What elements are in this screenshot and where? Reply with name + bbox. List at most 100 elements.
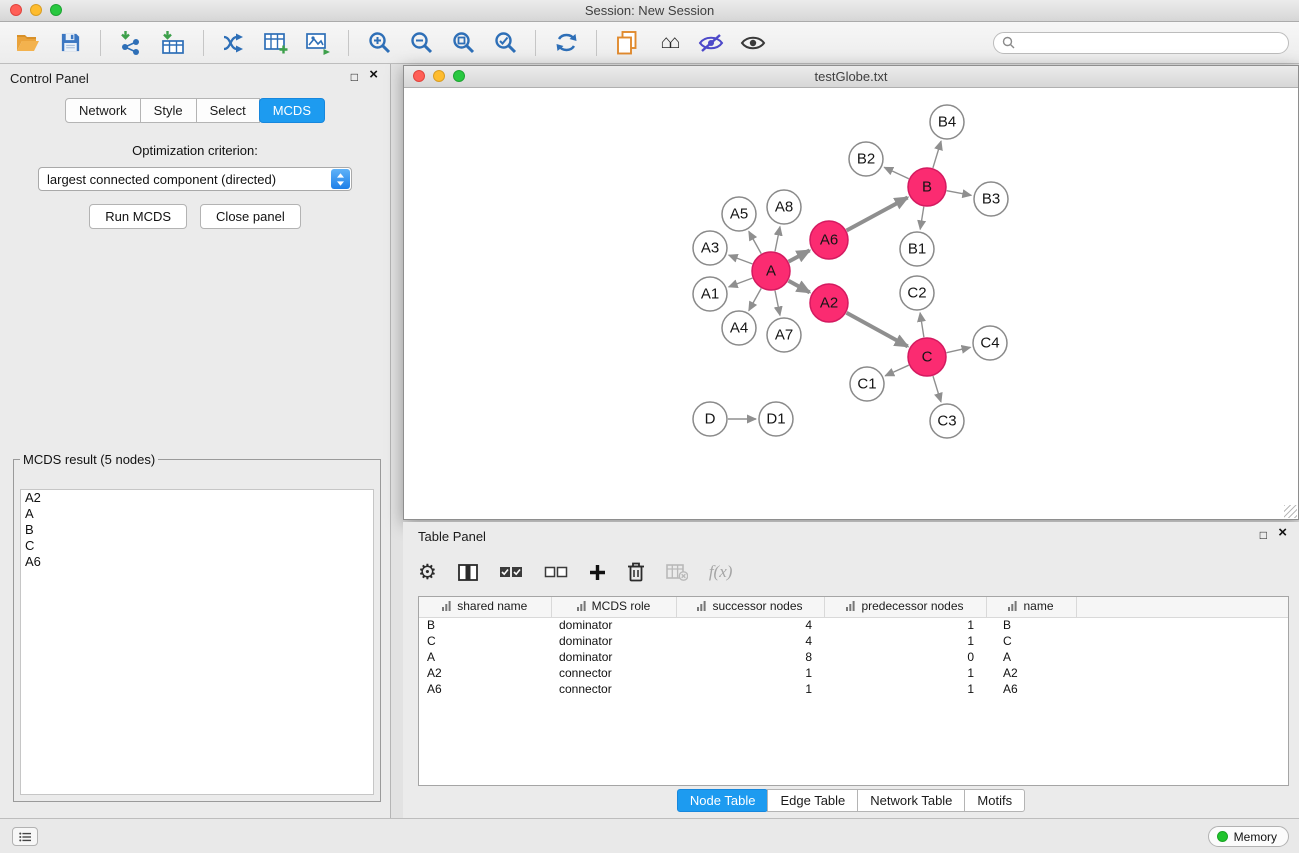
delete-table-button[interactable] (666, 564, 688, 581)
tab-network[interactable]: Network (65, 98, 141, 123)
import-network-button[interactable] (113, 26, 149, 60)
edge-B-B1[interactable] (920, 207, 924, 230)
network-minimize-button[interactable] (433, 70, 445, 82)
open-session-button[interactable] (10, 26, 46, 60)
show-graphics-details-button[interactable] (735, 26, 771, 60)
node-A5[interactable]: A5 (722, 197, 756, 231)
search-input[interactable] (1020, 34, 1280, 51)
column-header-MCDS-role[interactable]: MCDS role (551, 597, 676, 617)
zoom-window-button[interactable] (50, 4, 62, 16)
mcds-result-item[interactable]: A6 (21, 554, 373, 570)
select-all-rows-button[interactable] (499, 565, 523, 579)
edge-A-A1[interactable] (729, 278, 753, 287)
node-A3[interactable]: A3 (693, 231, 727, 265)
edge-A-A7[interactable] (775, 291, 780, 316)
network-canvas[interactable]: B4B2BB3A8A5A6A3B1AA1C2A2A4A7C4CC1C3DD1 (404, 88, 1298, 519)
mcds-result-item[interactable]: A (21, 506, 373, 522)
edge-A-A6[interactable] (789, 250, 810, 261)
mcds-result-item[interactable]: B (21, 522, 373, 538)
edge-C-C3[interactable] (933, 376, 941, 402)
hide-graphics-details-button[interactable] (693, 26, 729, 60)
edge-A-A8[interactable] (775, 227, 780, 252)
column-header-name[interactable]: name (986, 597, 1076, 617)
node-A7[interactable]: A7 (767, 318, 801, 352)
node-C4[interactable]: C4 (973, 326, 1007, 360)
refresh-layout-button[interactable] (548, 26, 584, 60)
edge-A-A3[interactable] (729, 255, 753, 264)
node-D[interactable]: D (693, 402, 727, 436)
export-image-button[interactable] (300, 26, 336, 60)
clear-selection-button[interactable] (544, 565, 568, 579)
close-control-panel-button[interactable]: × (369, 68, 378, 82)
optimization-criterion-select[interactable]: largest connected component (directed) (38, 167, 352, 191)
zoom-selected-button[interactable] (487, 26, 523, 60)
tab-node-table[interactable]: Node Table (677, 789, 769, 812)
node-A1[interactable]: A1 (693, 277, 727, 311)
close-table-panel-button[interactable]: × (1278, 526, 1287, 540)
show-columns-button[interactable] (458, 564, 478, 581)
tab-style[interactable]: Style (140, 98, 197, 123)
edge-B-B4[interactable] (933, 141, 941, 168)
table-row[interactable]: A6connector11A6 (419, 681, 1288, 697)
function-builder-button[interactable]: f(x) (709, 562, 733, 582)
node-A8[interactable]: A8 (767, 190, 801, 224)
table-row[interactable]: Adominator80A (419, 649, 1288, 665)
node-C2[interactable]: C2 (900, 276, 934, 310)
node-D1[interactable]: D1 (759, 402, 793, 436)
tab-network-table[interactable]: Network Table (857, 789, 965, 812)
node-C[interactable]: C (908, 338, 946, 376)
network-zoom-button[interactable] (453, 70, 465, 82)
zoom-out-button[interactable] (403, 26, 439, 60)
zoom-fit-button[interactable] (445, 26, 481, 60)
table-row[interactable]: Bdominator41B (419, 617, 1288, 633)
resize-grip[interactable] (1284, 505, 1297, 518)
edge-A6-B[interactable] (847, 198, 908, 231)
tab-mcds[interactable]: MCDS (259, 98, 325, 123)
column-header-predecessor-nodes[interactable]: predecessor nodes (824, 597, 986, 617)
node-A4[interactable]: A4 (722, 311, 756, 345)
network-graph[interactable]: B4B2BB3A8A5A6A3B1AA1C2A2A4A7C4CC1C3DD1 (404, 88, 1298, 519)
float-control-panel-button[interactable]: □ (351, 70, 358, 84)
session-files-button[interactable] (609, 26, 645, 60)
search-box[interactable] (993, 32, 1289, 54)
node-A6[interactable]: A6 (810, 221, 848, 259)
tab-motifs[interactable]: Motifs (964, 789, 1025, 812)
network-close-button[interactable] (413, 70, 425, 82)
task-history-button[interactable] (12, 827, 38, 846)
node-B1[interactable]: B1 (900, 232, 934, 266)
close-panel-button[interactable]: Close panel (200, 204, 301, 229)
float-table-panel-button[interactable]: □ (1260, 528, 1267, 542)
edge-B-B3[interactable] (947, 191, 972, 196)
memory-button[interactable]: Memory (1208, 826, 1289, 847)
close-window-button[interactable] (10, 4, 22, 16)
node-B2[interactable]: B2 (849, 142, 883, 176)
node-B[interactable]: B (908, 168, 946, 206)
add-column-button[interactable] (589, 564, 606, 581)
node-B4[interactable]: B4 (930, 105, 964, 139)
delete-column-button[interactable] (627, 562, 645, 582)
table-row[interactable]: Cdominator41C (419, 633, 1288, 649)
mcds-result-item[interactable]: A2 (21, 490, 373, 506)
table-row[interactable]: A2connector11A2 (419, 665, 1288, 681)
edge-C-C4[interactable] (947, 347, 971, 352)
node-A2[interactable]: A2 (810, 284, 848, 322)
column-header-shared-name[interactable]: shared name (419, 597, 551, 617)
fork-network-button[interactable] (216, 26, 252, 60)
tab-select[interactable]: Select (196, 98, 260, 123)
mcds-result-item[interactable]: C (21, 538, 373, 554)
node-B3[interactable]: B3 (974, 182, 1008, 216)
tab-edge-table[interactable]: Edge Table (767, 789, 858, 812)
column-header-successor-nodes[interactable]: successor nodes (676, 597, 824, 617)
edge-C-C2[interactable] (920, 313, 924, 337)
edge-B-B2[interactable] (884, 167, 909, 178)
new-table-button[interactable] (258, 26, 294, 60)
node-C1[interactable]: C1 (850, 367, 884, 401)
edge-A2-C[interactable] (847, 313, 908, 347)
node-C3[interactable]: C3 (930, 404, 964, 438)
import-table-button[interactable] (155, 26, 191, 60)
minimize-window-button[interactable] (30, 4, 42, 16)
table-settings-button[interactable]: ⚙ (418, 562, 437, 583)
home-button[interactable]: ⌂⌂ (651, 26, 687, 60)
edge-A-A4[interactable] (749, 288, 761, 310)
edge-C-C1[interactable] (885, 365, 909, 376)
